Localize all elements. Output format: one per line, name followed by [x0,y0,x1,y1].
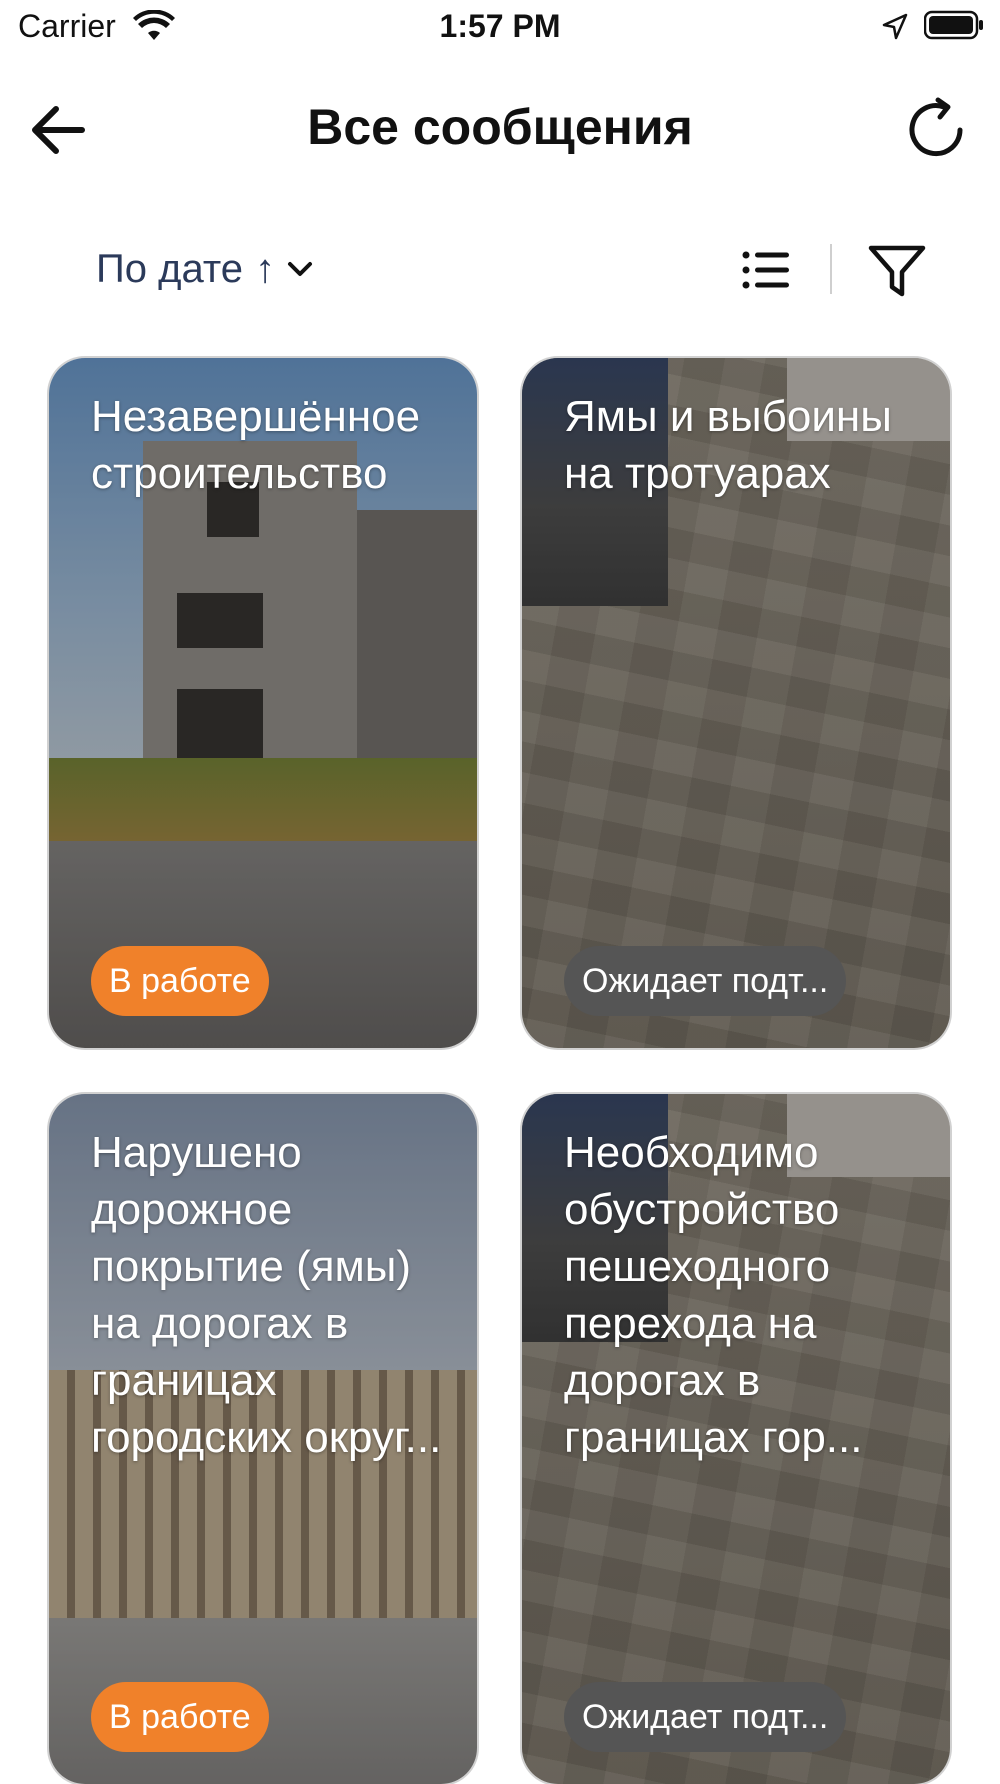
filter-button[interactable] [866,240,928,302]
status-badge: Ожидает подт... [564,946,847,1016]
message-card[interactable]: Нарушено дорожное покрытие (ямы) на доро… [49,1094,477,1784]
message-card[interactable]: Ямы и выбоины на тротуарах Ожидает подт.… [522,358,950,1048]
refresh-icon [909,97,963,157]
message-card[interactable]: Необходимо обустройство пешеходного пере… [522,1094,950,1784]
page-title: Все сообщения [307,99,693,155]
card-title: Ямы и выбоины на тротуарах [564,392,892,498]
chevron-down-icon [287,262,312,276]
card-title: Нарушено дорожное покрытие (ямы) на доро… [91,1128,442,1462]
status-bar: Carrier 1:57 PM [0,0,1000,56]
card-title: Незавершённое строительство [91,392,421,498]
refresh-button[interactable] [900,92,976,168]
sort-label: По дате [96,246,243,291]
status-badge: В работе [91,1682,269,1752]
status-badge: В работе [91,946,269,1016]
filter-icon [868,245,926,297]
clock: 1:57 PM [439,8,561,44]
sort-dropdown[interactable]: По дате ↑ [96,244,313,294]
list-icon [742,251,789,289]
message-card[interactable]: Незавершённое строительство В работе [49,358,477,1048]
toolbar-divider [830,244,832,294]
battery-icon [924,10,983,40]
sort-direction-icon: ↑ [254,246,275,291]
status-badge: Ожидает подт... [564,1682,847,1752]
list-view-button[interactable] [738,242,794,298]
location-arrow-icon [882,13,908,40]
card-title: Необходимо обустройство пешеходного пере… [564,1128,863,1462]
